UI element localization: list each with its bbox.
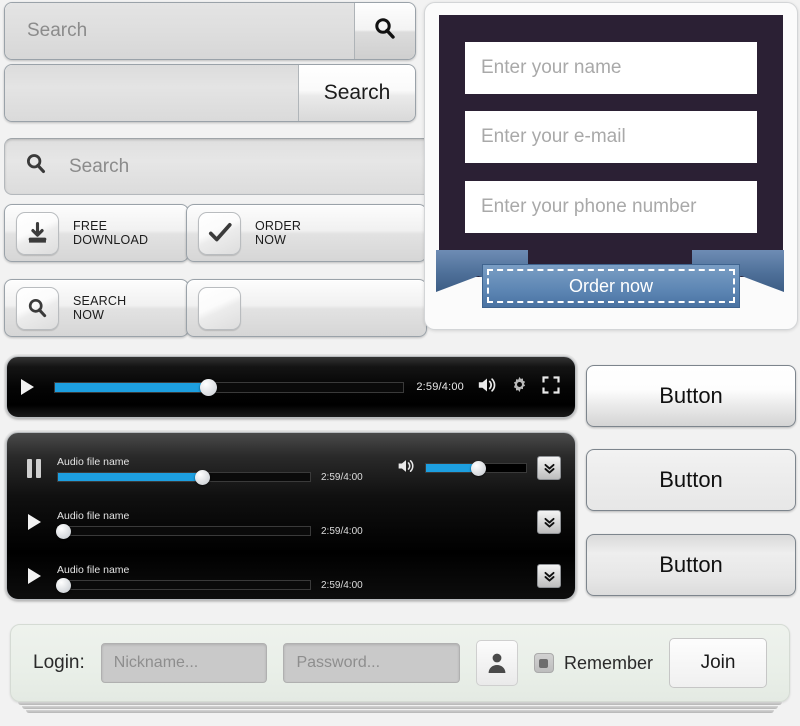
audio-progress-fill <box>58 473 202 481</box>
video-progress-fill <box>55 383 208 392</box>
login-bar-page-stack <box>14 702 786 716</box>
check-icon <box>198 212 241 255</box>
audio-track-info: Audio file name 2:59/4:00 <box>57 562 527 591</box>
free-download-label: FREE DOWNLOAD <box>73 219 148 247</box>
audio-track-row: Audio file name 2:59/4:00 <box>7 441 575 495</box>
search-icon <box>16 287 59 330</box>
label-line-2: DOWNLOAD <box>73 233 148 247</box>
volume-knob[interactable] <box>471 461 486 476</box>
order-now-button[interactable]: ORDER NOW <box>186 204 427 262</box>
search-now-button[interactable]: SEARCH NOW <box>4 279 189 337</box>
nickname-input[interactable]: Nickname... <box>101 643 268 683</box>
name-placeholder: Enter your name <box>481 57 621 79</box>
search-input[interactable] <box>5 65 299 121</box>
search-placeholder: Search <box>27 20 87 42</box>
login-bar: Login: Nickname... Password... Remember … <box>10 624 790 702</box>
audio-time-display: 2:59/4:00 <box>321 472 363 483</box>
label-line-2: NOW <box>255 233 286 247</box>
audio-track-info: Audio file name 2:59/4:00 <box>57 508 527 537</box>
double-chevron-down-icon[interactable] <box>537 564 561 588</box>
generic-button-3[interactable]: Button <box>586 534 796 596</box>
password-input[interactable]: Password... <box>283 643 459 683</box>
name-field[interactable]: Enter your name <box>465 42 757 94</box>
remember-checkbox[interactable]: Remember <box>534 653 653 674</box>
audio-track-controls: 2:59/4:00 <box>57 580 527 591</box>
blank-icon-button[interactable] <box>186 279 427 337</box>
audio-progress-slider[interactable] <box>57 472 311 482</box>
pause-icon[interactable] <box>21 459 47 478</box>
gear-icon[interactable] <box>510 375 529 399</box>
audio-time-display: 2:59/4:00 <box>321 526 363 537</box>
video-player: 2:59/4:00 <box>6 356 576 418</box>
volume-icon[interactable] <box>396 457 416 480</box>
search-submit-button[interactable] <box>355 3 415 59</box>
audio-track-row: Audio file name 2:59/4:00 <box>7 549 575 603</box>
audio-track-name: Audio file name <box>57 510 527 522</box>
join-button[interactable]: Join <box>669 638 767 688</box>
audio-volume-control <box>396 457 527 480</box>
free-download-button[interactable]: FREE DOWNLOAD <box>4 204 189 262</box>
audio-progress-slider[interactable] <box>57 580 311 590</box>
order-now-submit-label: Order now <box>569 276 653 297</box>
email-placeholder: Enter your e-mail <box>481 126 626 148</box>
audio-progress-knob[interactable] <box>56 578 71 593</box>
audio-progress-slider[interactable] <box>57 526 311 536</box>
email-field[interactable]: Enter your e-mail <box>465 111 757 163</box>
order-now-label: ORDER NOW <box>255 219 301 247</box>
audio-track-info: Audio file name 2:59/4:00 <box>57 454 386 483</box>
search-bar-text-button[interactable]: Search <box>4 64 416 122</box>
search-icon <box>23 151 49 182</box>
label-line-1: ORDER <box>255 219 301 233</box>
phone-placeholder: Enter your phone number <box>481 196 696 218</box>
blank-icon <box>198 287 241 330</box>
double-chevron-down-icon[interactable] <box>537 456 561 480</box>
search-placeholder: Search <box>69 156 129 178</box>
user-icon[interactable] <box>476 640 518 686</box>
generic-button-1[interactable]: Button <box>586 365 796 427</box>
audio-progress-knob[interactable] <box>56 524 71 539</box>
search-input[interactable]: Search <box>5 3 355 59</box>
audio-playlist-player: Audio file name 2:59/4:00 <box>6 432 576 600</box>
label-line-1: SEARCH <box>73 294 126 308</box>
fullscreen-icon[interactable] <box>541 375 561 400</box>
label-line-2: NOW <box>73 308 104 322</box>
double-chevron-down-icon[interactable] <box>537 510 561 534</box>
generic-button-2[interactable]: Button <box>586 449 796 511</box>
nickname-placeholder: Nickname... <box>114 654 198 672</box>
audio-track-controls: 2:59/4:00 <box>57 526 527 537</box>
audio-track-name: Audio file name <box>57 564 527 576</box>
search-submit-button[interactable]: Search <box>299 65 415 121</box>
video-progress-slider[interactable] <box>54 382 404 393</box>
audio-track-controls: 2:59/4:00 <box>57 472 386 483</box>
checkbox-box[interactable] <box>534 653 554 673</box>
login-label: Login: <box>33 652 85 674</box>
ui-kit-canvas: Search Search Search FREE <box>0 0 800 726</box>
remember-label: Remember <box>564 653 653 674</box>
order-now-submit-button[interactable]: Order now <box>482 264 740 308</box>
play-icon[interactable] <box>21 379 34 395</box>
search-bar-inline-icon[interactable]: Search <box>4 138 434 195</box>
phone-field[interactable]: Enter your phone number <box>465 181 757 233</box>
audio-track-name: Audio file name <box>57 456 386 468</box>
label-line-1: FREE <box>73 219 107 233</box>
download-icon <box>16 212 59 255</box>
search-icon <box>371 15 399 48</box>
search-now-label: SEARCH NOW <box>73 294 126 322</box>
volume-icon[interactable] <box>476 375 498 400</box>
video-time-display: 2:59/4:00 <box>416 381 464 393</box>
audio-progress-knob[interactable] <box>195 470 210 485</box>
audio-time-display: 2:59/4:00 <box>321 580 363 591</box>
play-icon[interactable] <box>21 568 47 584</box>
search-bar-icon-button[interactable]: Search <box>4 2 416 60</box>
password-placeholder: Password... <box>296 654 380 672</box>
play-icon[interactable] <box>21 514 47 530</box>
volume-slider[interactable] <box>425 463 527 473</box>
audio-track-row: Audio file name 2:59/4:00 <box>7 495 575 549</box>
video-progress-knob[interactable] <box>200 379 217 396</box>
order-form-dark-area: Enter your name Enter your e-mail Enter … <box>439 15 783 277</box>
